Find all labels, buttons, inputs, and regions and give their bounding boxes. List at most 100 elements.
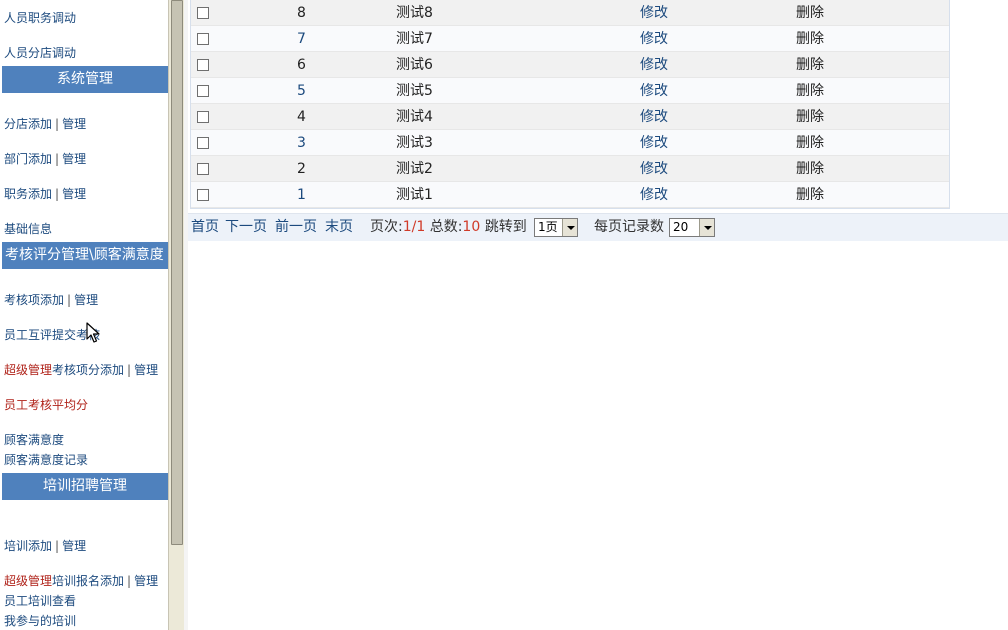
delete-link[interactable]: 删除 (796, 156, 824, 182)
pagination-bar: 首页 下一页 前一页 末页 页次:1/1 总数:10 跳转到 1页 每页记录数 … (188, 213, 1008, 241)
sidebar-item-label: 考核项 (4, 293, 41, 307)
edit-link[interactable]: 修改 (640, 130, 668, 156)
edit-link[interactable]: 修改 (640, 0, 668, 26)
row-checkbox[interactable] (197, 33, 209, 45)
edit-link[interactable]: 修改 (640, 156, 668, 182)
branch-manage-link[interactable]: 管理 (62, 117, 86, 131)
delete-link[interactable]: 删除 (796, 104, 824, 130)
per-page-select[interactable]: 20 (669, 218, 715, 237)
edit-link[interactable]: 修改 (640, 104, 668, 130)
row-name: 测试2 (396, 161, 433, 177)
section-header-training[interactable]: 培训招聘管理 (2, 473, 168, 500)
sidebar-item-average-score[interactable]: 员工考核平均分 (4, 398, 88, 412)
separator: | (55, 152, 60, 166)
prev-page-link[interactable]: 前一页 (275, 214, 317, 240)
page-indicator: 页次:1/1 总数:10 跳转到 (370, 214, 527, 240)
delete-link[interactable]: 删除 (796, 182, 824, 208)
sidebar: 人员职务调动 人员分店调动 系统管理 分店添加 | 管理 部门添加 | 管理 职务添加 |… (0, 0, 168, 630)
section-header-system[interactable]: 系统管理 (2, 66, 168, 93)
first-page-link[interactable]: 首页 (191, 214, 219, 240)
delete-link[interactable]: 删除 (796, 130, 824, 156)
separator: | (55, 187, 60, 201)
sidebar-item-label: 培训 (4, 539, 29, 553)
sidebar-item-branch-transfer[interactable]: 人员分店调动 (4, 46, 76, 60)
next-page-link[interactable]: 下一页 (225, 214, 267, 240)
sidebar-item-department: 部门添加 | 管理 (4, 152, 86, 166)
sidebar-item-satisfaction-records[interactable]: 顾客满意度记录 (4, 453, 88, 467)
page-label: 页次: (370, 219, 403, 235)
department-manage-link[interactable]: 管理 (62, 152, 86, 166)
training-manage-link[interactable]: 管理 (62, 539, 86, 553)
assessment-item-manage-link[interactable]: 管理 (74, 293, 98, 307)
row-name: 测试4 (396, 109, 433, 125)
section-header-assessment[interactable]: 考核评分管理\顾客满意度 (2, 242, 168, 269)
mouse-cursor-icon (86, 322, 100, 343)
table-row: 7 测试7 修改 删除 (191, 26, 949, 52)
jump-page-select[interactable]: 1页 (534, 218, 578, 237)
sidebar-item-assessment-item: 考核项添加 | 管理 (4, 293, 98, 307)
row-checkbox[interactable] (197, 85, 209, 97)
separator: | (55, 117, 60, 131)
sidebar-item-training-view[interactable]: 员工培训查看 (4, 594, 76, 608)
edit-link[interactable]: 修改 (640, 182, 668, 208)
table-row: 8 测试8 修改 删除 (191, 0, 949, 26)
sidebar-item-label: 分店 (4, 117, 29, 131)
row-checkbox[interactable] (197, 59, 209, 71)
sidebar-item-training: 培训添加 | 管理 (4, 539, 86, 553)
row-checkbox[interactable] (197, 163, 209, 175)
sidebar-item-my-training[interactable]: 我参与的培训 (4, 614, 76, 628)
department-add-link[interactable]: 添加 (28, 152, 52, 166)
assessment-score-add-link[interactable]: 添加 (100, 363, 124, 377)
separator: | (67, 293, 72, 307)
separator: | (127, 574, 132, 588)
sidebar-item-position: 职务添加 | 管理 (4, 187, 86, 201)
delete-link[interactable]: 删除 (796, 0, 824, 26)
super-admin-label: 超级管理 (4, 363, 53, 377)
assessment-item-add-link[interactable]: 添加 (40, 293, 64, 307)
chevron-down-icon[interactable] (699, 219, 714, 236)
assessment-score-manage-link[interactable]: 管理 (134, 363, 158, 377)
last-page-link[interactable]: 末页 (325, 214, 353, 240)
sidebar-item-label: 考核项分 (52, 363, 101, 377)
branch-add-link[interactable]: 添加 (28, 117, 52, 131)
sidebar-item-label: 培训报名 (52, 574, 101, 588)
edit-link[interactable]: 修改 (640, 78, 668, 104)
main-content: 8 测试8 修改 删除 7 测试7 修改 删除 6 测试6 修改 删除 5 测试… (188, 0, 1008, 630)
sidebar-item-assessment-score: 超级管理考核项分添加 | 管理 (4, 363, 158, 377)
jump-label: 跳转到 (484, 219, 527, 235)
sidebar-item-basic-info[interactable]: 基础信息 (4, 222, 52, 236)
position-add-link[interactable]: 添加 (28, 187, 52, 201)
chevron-down-icon[interactable] (562, 219, 577, 236)
edit-link[interactable]: 修改 (640, 26, 668, 52)
row-name: 测试5 (396, 83, 433, 99)
position-manage-link[interactable]: 管理 (62, 187, 86, 201)
row-id: 6 (297, 57, 306, 73)
row-checkbox[interactable] (197, 7, 209, 19)
row-checkbox[interactable] (197, 189, 209, 201)
row-checkbox[interactable] (197, 137, 209, 149)
total-label: 总数: (429, 219, 463, 235)
separator: | (127, 363, 132, 377)
delete-link[interactable]: 删除 (796, 78, 824, 104)
table-row: 6 测试6 修改 删除 (191, 52, 949, 78)
sidebar-item-position-transfer[interactable]: 人员职务调动 (4, 11, 76, 25)
sidebar-scrollbar[interactable] (168, 0, 184, 630)
training-signup-manage-link[interactable]: 管理 (134, 574, 158, 588)
delete-link[interactable]: 删除 (796, 26, 824, 52)
training-signup-add-link[interactable]: 添加 (100, 574, 124, 588)
per-page-value: 20 (673, 220, 689, 234)
jump-page-value: 1页 (538, 220, 558, 234)
delete-link[interactable]: 删除 (796, 52, 824, 78)
row-name: 测试7 (396, 31, 433, 47)
sidebar-item-satisfaction[interactable]: 顾客满意度 (4, 433, 64, 447)
edit-link[interactable]: 修改 (640, 52, 668, 78)
table-row: 5 测试5 修改 删除 (191, 78, 949, 104)
training-add-link[interactable]: 添加 (28, 539, 52, 553)
row-id: 5 (297, 83, 306, 99)
row-id: 7 (297, 31, 306, 47)
row-name: 测试8 (396, 5, 433, 21)
sidebar-item-label: 职务 (4, 187, 29, 201)
page-value: 1/1 (402, 219, 426, 235)
row-checkbox[interactable] (197, 111, 209, 123)
scrollbar-thumb[interactable] (171, 0, 183, 545)
